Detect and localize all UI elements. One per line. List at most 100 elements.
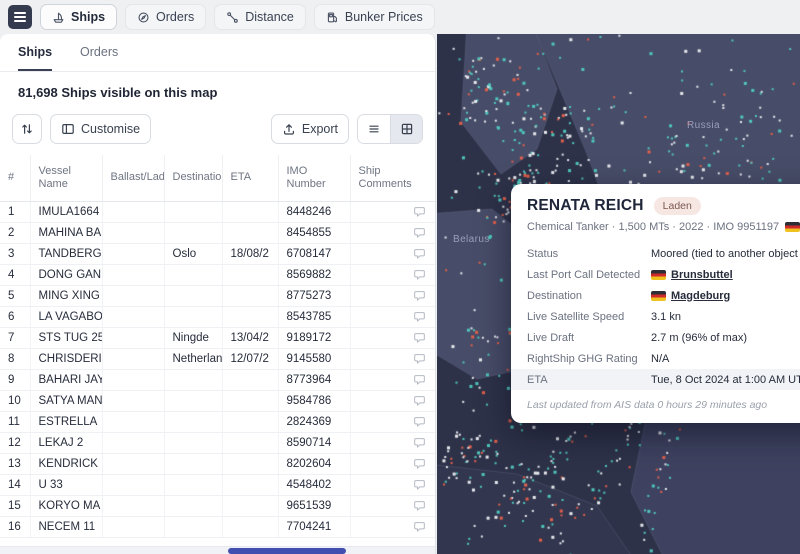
cell-vessel-name: STS TUG 25 (30, 327, 102, 348)
cell-vessel-name: U 33 (30, 474, 102, 495)
table-row[interactable]: 7 STS TUG 25 Ningde 13/04/2 9189172 (0, 327, 435, 348)
sort-button[interactable] (12, 114, 42, 144)
comment-icon[interactable] (413, 457, 426, 470)
cell-destination (164, 201, 222, 222)
cell-destination (164, 474, 222, 495)
table-row[interactable]: 8 CHRISDERI Netherland 12/07/2 9145580 (0, 348, 435, 369)
table-row[interactable]: 12 LEKAJ 2 8590714 (0, 432, 435, 453)
table-row[interactable]: 5 MING XING 8775273 (0, 285, 435, 306)
export-button[interactable]: Export (271, 114, 349, 144)
table-row[interactable]: 13 KENDRICK 8202604 (0, 453, 435, 474)
comment-icon[interactable] (413, 352, 426, 365)
header-ship-comments[interactable]: Ship Comments (350, 155, 435, 201)
header-ballast-laden[interactable]: Ballast/Lad (102, 155, 164, 201)
comment-icon[interactable] (413, 478, 426, 491)
cell-ballast-laden (102, 390, 164, 411)
nav-bunker-prices[interactable]: Bunker Prices (314, 4, 435, 30)
sort-arrows-icon (20, 122, 34, 136)
table-row[interactable]: 2 MAHINA BA 8454855 (0, 222, 435, 243)
table-header-row: # Vessel Name Ballast/Lad Destinatio ETA… (0, 155, 435, 201)
detail-text: 2.7 m (96% of max) (651, 332, 747, 344)
cell-row-number: 6 (0, 306, 30, 327)
nav-ships[interactable]: Ships (40, 4, 117, 30)
table-row[interactable]: 1 IMULA1664 8448246 (0, 201, 435, 222)
table-row[interactable]: 3 TANDBERG Oslo 18/08/2 6708147 (0, 243, 435, 264)
table-row[interactable]: 15 KORYO MA 9651539 (0, 495, 435, 516)
detail-value: Brunsbuttel (651, 269, 733, 281)
header-vessel-name[interactable]: Vessel Name (30, 155, 102, 201)
table-row[interactable]: 16 NECEM 11 7704241 (0, 516, 435, 537)
cell-ballast-laden (102, 264, 164, 285)
cell-destination (164, 369, 222, 390)
header-destination[interactable]: Destinatio (164, 155, 222, 201)
comment-icon[interactable] (413, 499, 426, 512)
map[interactable]: RENATA REICH Laden Chemical Tanker · 1,5… (437, 34, 800, 554)
table-row[interactable]: 9 BAHARI JAY 8773964 (0, 369, 435, 390)
cell-ballast-laden (102, 432, 164, 453)
comment-icon[interactable] (413, 520, 426, 533)
export-icon (282, 122, 296, 136)
comment-icon[interactable] (413, 247, 426, 260)
cell-ship-comments (350, 495, 435, 516)
cell-eta (222, 474, 278, 495)
comment-icon[interactable] (413, 331, 426, 344)
cell-row-number: 12 (0, 432, 30, 453)
comment-icon[interactable] (413, 289, 426, 302)
ships-panel: Ships Orders 81,698 Ships visible on thi… (0, 34, 436, 554)
table-row[interactable]: 14 U 33 4548402 (0, 474, 435, 495)
cell-ballast-laden (102, 348, 164, 369)
detail-label: Live Satellite Speed (527, 311, 651, 323)
customise-button[interactable]: Customise (50, 114, 151, 144)
cell-eta (222, 516, 278, 537)
tab-ships[interactable]: Ships (18, 34, 52, 71)
detail-link[interactable]: Magdeburg (671, 290, 730, 302)
nav-bunker-prices-label: Bunker Prices (345, 10, 423, 24)
table-row[interactable]: 10 SATYA MAN 9584786 (0, 390, 435, 411)
detail-label: Status (527, 248, 651, 260)
header-row-number[interactable]: # (0, 155, 30, 201)
nav-orders[interactable]: Orders (125, 4, 206, 30)
comment-icon[interactable] (413, 373, 426, 386)
cell-row-number: 2 (0, 222, 30, 243)
table-row[interactable]: 4 DONG GAN 8569882 (0, 264, 435, 285)
cell-eta (222, 201, 278, 222)
table-row[interactable]: 11 ESTRELLA 2824369 (0, 411, 435, 432)
cell-imo-number: 9651539 (278, 495, 350, 516)
table-row[interactable]: 6 LA VAGABO 8543785 (0, 306, 435, 327)
comment-icon[interactable] (413, 205, 426, 218)
comment-icon[interactable] (413, 436, 426, 449)
scrollbar-thumb[interactable] (228, 548, 346, 554)
cell-row-number: 11 (0, 411, 30, 432)
ships-table-body: 1 IMULA1664 8448246 2 MAHINA BA 8454855 … (0, 201, 435, 537)
tab-orders[interactable]: Orders (80, 34, 118, 71)
comment-icon[interactable] (413, 394, 426, 407)
cell-row-number: 13 (0, 453, 30, 474)
cell-ballast-laden (102, 306, 164, 327)
compass-icon (137, 11, 150, 24)
table-view-button[interactable] (390, 115, 422, 143)
header-eta[interactable]: ETA (222, 155, 278, 201)
detail-link[interactable]: Brunsbuttel (671, 269, 733, 281)
list-view-button[interactable] (358, 115, 390, 143)
cell-vessel-name: MAHINA BA (30, 222, 102, 243)
nav-distance[interactable]: Distance (214, 4, 306, 30)
cell-ballast-laden (102, 222, 164, 243)
cell-ship-comments (350, 306, 435, 327)
cell-ship-comments (350, 222, 435, 243)
comment-icon[interactable] (413, 226, 426, 239)
cell-imo-number: 7704241 (278, 516, 350, 537)
comment-icon[interactable] (413, 415, 426, 428)
cell-imo-number: 8543785 (278, 306, 350, 327)
popup-details: Status Moored (tied to another object La… (527, 243, 800, 390)
cell-destination (164, 222, 222, 243)
comment-icon[interactable] (413, 310, 426, 323)
horizontal-scrollbar[interactable] (0, 546, 435, 554)
cell-vessel-name: ESTRELLA (30, 411, 102, 432)
header-imo-number[interactable]: IMO Number (278, 155, 350, 201)
cell-row-number: 1 (0, 201, 30, 222)
menu-button[interactable] (8, 5, 32, 29)
cell-ship-comments (350, 432, 435, 453)
cell-vessel-name: LA VAGABO (30, 306, 102, 327)
comment-icon[interactable] (413, 268, 426, 281)
cell-imo-number: 8773964 (278, 369, 350, 390)
